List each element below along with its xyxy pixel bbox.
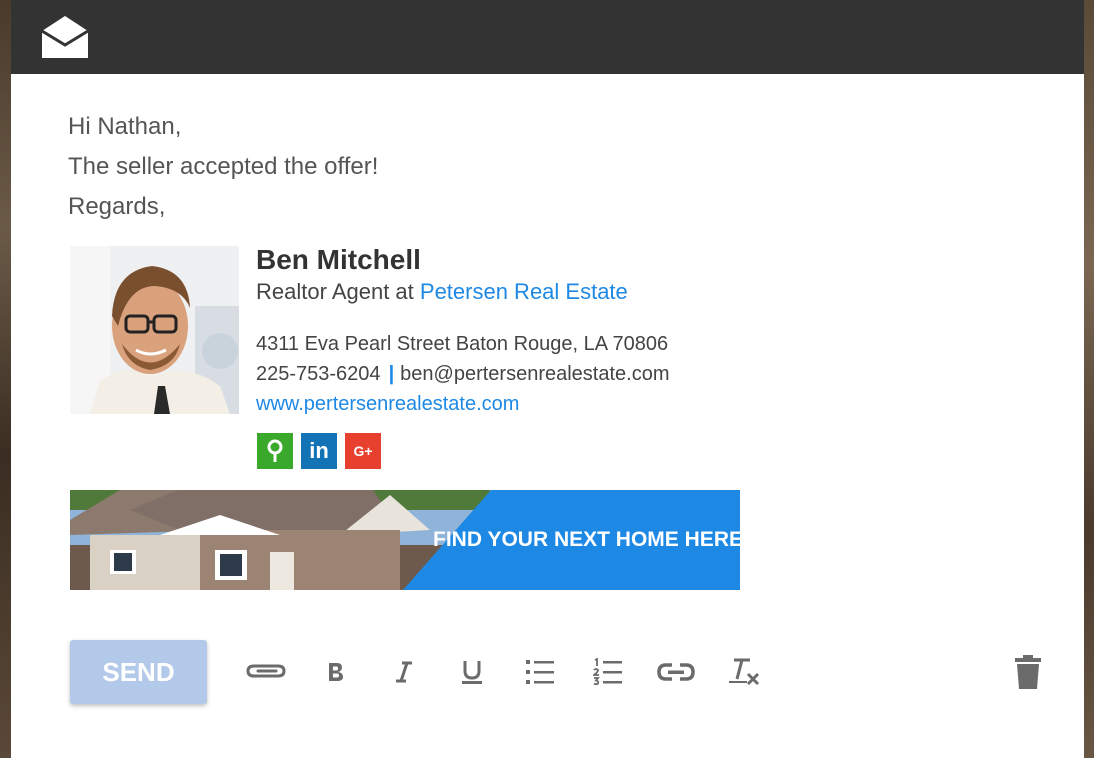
- compose-titlebar: [11, 0, 1084, 74]
- send-button[interactable]: SEND: [70, 640, 207, 704]
- avatar: [70, 246, 239, 414]
- greeting-text: Hi Nathan,: [68, 113, 182, 140]
- contact-separator: |: [388, 363, 395, 385]
- signature-title: Realtor Agent at Petersen Real Estate: [256, 279, 628, 305]
- message-text: The seller accepted the offer!: [68, 153, 379, 180]
- signature-phone: 225-753-6204: [256, 363, 381, 385]
- bold-icon[interactable]: [314, 650, 358, 694]
- company-link[interactable]: Petersen Real Estate: [420, 279, 628, 304]
- promo-banner[interactable]: FIND YOUR NEXT HOME HERE: [70, 490, 740, 590]
- numbered-list-icon[interactable]: [586, 650, 630, 694]
- compose-window: Hi Nathan, The seller accepted the offer…: [11, 0, 1084, 758]
- map-pin-icon[interactable]: [257, 433, 293, 469]
- banner-text: FIND YOUR NEXT HOME HERE: [433, 528, 740, 551]
- signature-address: 4311 Eva Pearl Street Baton Rouge, LA 70…: [256, 333, 669, 355]
- closing-text: Regards,: [68, 193, 166, 220]
- signature-name: Ben Mitchell: [256, 244, 421, 275]
- email-body[interactable]: Hi Nathan, The seller accepted the offer…: [68, 107, 378, 227]
- open-envelope-icon: [41, 16, 89, 58]
- clear-formatting-icon[interactable]: [722, 650, 766, 694]
- signature-website[interactable]: www.pertersenrealestate.com: [256, 393, 519, 416]
- signature-role: Realtor Agent at: [256, 279, 420, 304]
- signature-contact: 225-753-6204 | ben@pertersenrealestate.com: [256, 363, 670, 386]
- background-left: [0, 0, 11, 758]
- linkedin-icon[interactable]: in: [301, 433, 337, 469]
- background-right: [1083, 0, 1094, 758]
- italic-icon[interactable]: [382, 650, 426, 694]
- attach-icon[interactable]: [244, 650, 288, 694]
- google-plus-icon[interactable]: G+: [345, 433, 381, 469]
- trash-icon[interactable]: [1006, 650, 1050, 694]
- bulleted-list-icon[interactable]: [518, 650, 562, 694]
- signature-email[interactable]: ben@pertersenrealestate.com: [400, 363, 669, 385]
- underline-icon[interactable]: [450, 650, 494, 694]
- link-icon[interactable]: [654, 650, 698, 694]
